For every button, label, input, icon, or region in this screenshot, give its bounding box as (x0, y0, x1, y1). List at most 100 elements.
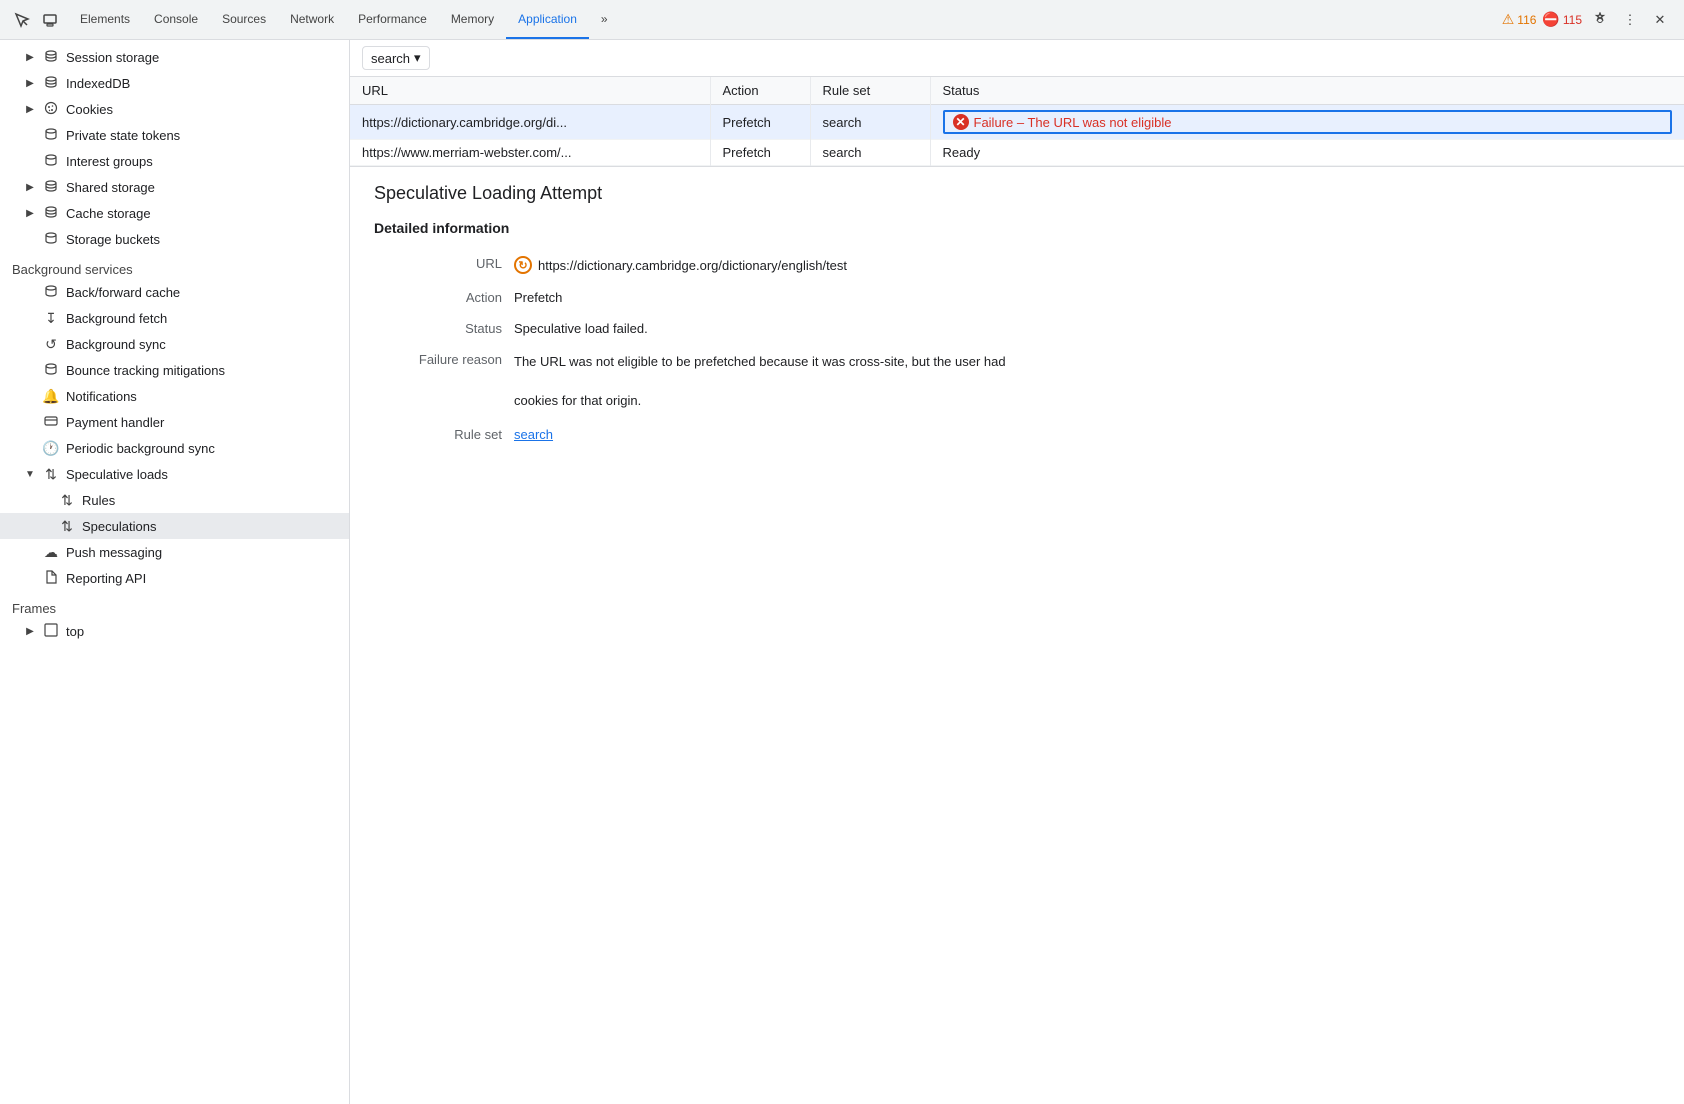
storage-icon (42, 284, 60, 301)
frame-icon (42, 623, 60, 640)
sidebar-label: Storage buckets (66, 232, 160, 247)
sidebar-item-private-state-tokens[interactable]: Private state tokens (0, 122, 349, 148)
col-header-ruleset: Rule set (810, 77, 930, 105)
detail-label-action: Action (374, 282, 514, 313)
sync-icon: ↺ (42, 336, 60, 353)
sidebar-item-rules[interactable]: ⇅ Rules (0, 487, 349, 513)
tab-application[interactable]: Application (506, 0, 589, 39)
detail-value-ruleset: search (514, 419, 1660, 450)
cell-action: Prefetch (710, 140, 810, 166)
table-row[interactable]: https://www.merriam-webster.com/... Pref… (350, 140, 1684, 166)
sidebar-item-background-fetch[interactable]: ↧ Background fetch (0, 305, 349, 331)
device-icon[interactable] (38, 8, 62, 32)
content-area: search ▾ URL Action Rule set Status http… (350, 40, 1684, 1104)
detail-grid: URL ↻ https://dictionary.cambridge.org/d… (374, 248, 1660, 450)
cookies-icon (42, 101, 60, 118)
ruleset-link[interactable]: search (514, 427, 553, 442)
tab-performance[interactable]: Performance (346, 0, 439, 39)
search-dropdown[interactable]: search ▾ (362, 46, 430, 70)
errors-badge[interactable]: ⛔ 115 (1542, 11, 1582, 28)
cell-url: https://dictionary.cambridge.org/di... (350, 105, 710, 140)
tab-network[interactable]: Network (278, 0, 346, 39)
sidebar-label: Back/forward cache (66, 285, 180, 300)
cell-status-failure: ✕ Failure – The URL was not eligible (930, 105, 1684, 140)
cursor-icon[interactable] (10, 8, 34, 32)
more-options-icon[interactable]: ⋮ (1618, 8, 1642, 32)
sidebar-item-session-storage[interactable]: ▶ Session storage (0, 44, 349, 70)
clock-icon: 🕐 (42, 440, 60, 457)
speculations-icon: ⇅ (58, 518, 76, 535)
sidebar-item-indexed-db[interactable]: ▶ IndexedDB (0, 70, 349, 96)
detail-label-url: URL (374, 248, 514, 282)
tab-more[interactable]: » (589, 0, 620, 39)
detail-label-failure-reason: Failure reason (374, 344, 514, 419)
sidebar-item-background-sync[interactable]: ↺ Background sync (0, 331, 349, 357)
sidebar-item-backforward-cache[interactable]: Back/forward cache (0, 279, 349, 305)
tab-memory[interactable]: Memory (439, 0, 506, 39)
sidebar-item-cookies[interactable]: ▶ Cookies (0, 96, 349, 122)
sidebar-item-push-messaging[interactable]: ☁ Push messaging (0, 539, 349, 565)
nav-tabs: Elements Console Sources Network Perform… (68, 0, 1494, 39)
detail-value-url: ↻ https://dictionary.cambridge.org/dicti… (514, 248, 1660, 282)
toggle-icon: ▶ (24, 78, 36, 89)
section-label: Background services (12, 262, 133, 277)
payment-icon (42, 414, 60, 431)
sidebar-item-periodic-bg-sync[interactable]: 🕐 Periodic background sync (0, 435, 349, 461)
sidebar-label: Payment handler (66, 415, 164, 430)
bell-icon: 🔔 (42, 388, 60, 405)
detail-panel: Speculative Loading Attempt Detailed inf… (350, 167, 1684, 1104)
cell-ruleset: search (810, 140, 930, 166)
sidebar-label: Private state tokens (66, 128, 180, 143)
sidebar-item-shared-storage[interactable]: ▶ Shared storage (0, 174, 349, 200)
sidebar-label: Reporting API (66, 571, 146, 586)
tab-elements[interactable]: Elements (68, 0, 142, 39)
toggle-icon: ▶ (24, 208, 36, 219)
close-icon[interactable]: ✕ (1648, 8, 1672, 32)
storage-icon (42, 75, 60, 92)
storage-icon (42, 179, 60, 196)
settings-icon[interactable] (1588, 8, 1612, 32)
sidebar-label: Speculative loads (66, 467, 168, 482)
search-bar: search ▾ (350, 40, 1684, 77)
tab-console[interactable]: Console (142, 0, 210, 39)
sidebar-section-bg-services: Background services (0, 252, 349, 279)
search-dropdown-label: search (371, 51, 410, 66)
sidebar-item-cache-storage[interactable]: ▶ Cache storage (0, 200, 349, 226)
col-header-status: Status (930, 77, 1684, 105)
rules-icon: ⇅ (58, 492, 76, 509)
detail-label-status: Status (374, 313, 514, 344)
col-header-action: Action (710, 77, 810, 105)
sidebar-item-notifications[interactable]: 🔔 Notifications (0, 383, 349, 409)
sidebar-item-payment-handler[interactable]: Payment handler (0, 409, 349, 435)
sidebar-item-reporting-api[interactable]: Reporting API (0, 565, 349, 591)
cloud-icon: ☁ (42, 544, 60, 561)
storage-icon (42, 127, 60, 144)
cell-ruleset: search (810, 105, 930, 140)
toggle-icon: ▶ (24, 626, 36, 637)
sidebar-item-speculative-loads[interactable]: ▼ ⇅ Speculative loads (0, 461, 349, 487)
table-row[interactable]: https://dictionary.cambridge.org/di... P… (350, 105, 1684, 140)
sidebar-label: Cookies (66, 102, 113, 117)
sidebar-item-storage-buckets[interactable]: Storage buckets (0, 226, 349, 252)
top-bar-right: ⚠ 116 ⛔ 115 ⋮ ✕ (1494, 8, 1680, 32)
file-icon (42, 570, 60, 587)
sidebar-item-bounce-tracking[interactable]: Bounce tracking mitigations (0, 357, 349, 383)
sidebar-label: IndexedDB (66, 76, 130, 91)
sidebar-label: Speculations (82, 519, 156, 534)
tab-sources[interactable]: Sources (210, 0, 278, 39)
sidebar-label: Background fetch (66, 311, 167, 326)
sidebar-item-interest-groups[interactable]: Interest groups (0, 148, 349, 174)
storage-icon (42, 205, 60, 222)
sidebar-item-speculations[interactable]: ⇅ Speculations (0, 513, 349, 539)
main-layout: ▶ Session storage ▶ IndexedDB ▶ Cookies (0, 40, 1684, 1104)
cell-url: https://www.merriam-webster.com/... (350, 140, 710, 166)
col-header-url: URL (350, 77, 710, 105)
failure-badge: ✕ Failure – The URL was not eligible (943, 110, 1673, 134)
detail-value-failure-reason: The URL was not eligible to be prefetche… (514, 344, 1214, 419)
speculative-icon: ⇅ (42, 466, 60, 483)
sidebar-item-top-frame[interactable]: ▶ top (0, 618, 349, 644)
top-bar: Elements Console Sources Network Perform… (0, 0, 1684, 40)
warnings-badge[interactable]: ⚠ 116 (1502, 11, 1537, 28)
detail-title: Speculative Loading Attempt (374, 183, 1660, 204)
storage-icon (42, 231, 60, 248)
